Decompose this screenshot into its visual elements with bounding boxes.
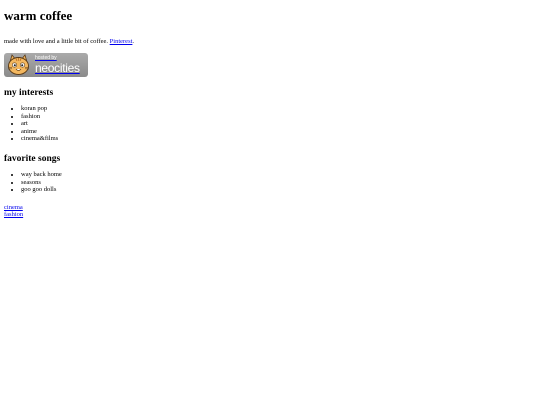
intro-period: . (132, 38, 135, 45)
fashion-link[interactable]: fashion (4, 211, 536, 219)
list-item: cinema&films (21, 135, 536, 143)
neocities-cat-icon (7, 54, 30, 75)
list-item: fashion (21, 113, 536, 121)
interests-list: koran pop fashion art anime cinema&films (4, 105, 536, 143)
intro-paragraph: made with love and a little bit of coffe… (4, 38, 536, 46)
badge-big-text: neocities (35, 61, 80, 75)
cinema-link[interactable]: cinema (4, 204, 536, 212)
list-item: anime (21, 128, 536, 136)
page-links: cinema fashion (4, 204, 536, 219)
page: warm coffee made with love and a little … (0, 0, 540, 405)
pinterest-link[interactable]: Pinterest (110, 38, 133, 45)
page-title: warm coffee (4, 8, 73, 23)
intro-text: made with love and a little bit of coffe… (4, 38, 109, 45)
songs-heading: favorite songs (4, 153, 61, 164)
list-item: goo goo dolls (21, 186, 536, 194)
hosted-by-neocities-badge[interactable]: hosted by neocities (4, 53, 88, 77)
list-item: art (21, 120, 536, 128)
songs-list: way back home seasons goo goo dolls (4, 171, 536, 194)
list-item: koran pop (21, 105, 536, 113)
interests-heading: my interests (4, 88, 54, 98)
list-item: seasons (21, 179, 536, 187)
badge-text: hosted by neocities (35, 56, 80, 75)
list-item: way back home (21, 171, 536, 179)
